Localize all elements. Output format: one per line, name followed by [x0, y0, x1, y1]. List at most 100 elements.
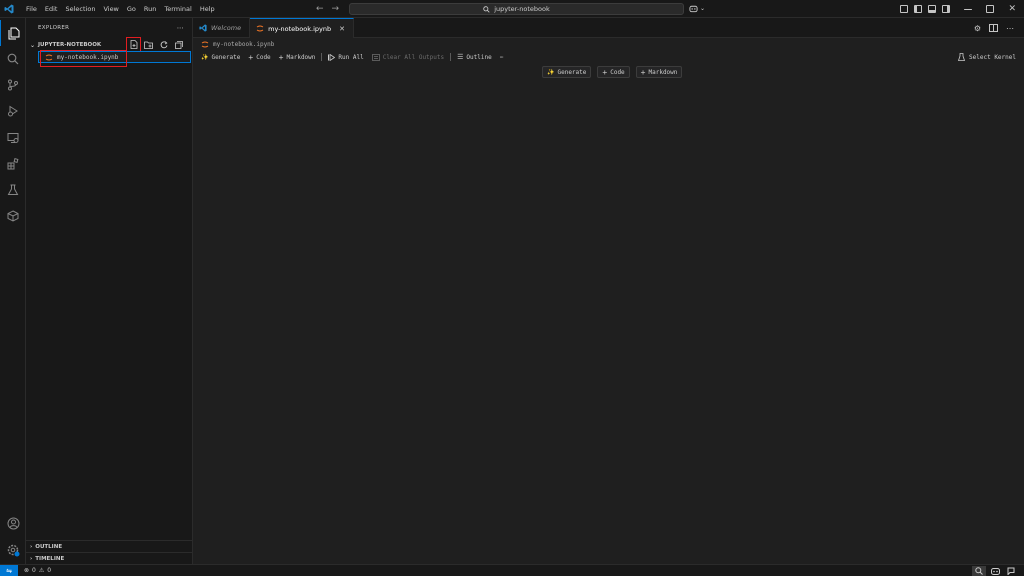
menu-terminal[interactable]: Terminal	[160, 0, 195, 18]
account-icon[interactable]	[0, 510, 26, 536]
toggle-panel-icon[interactable]	[928, 5, 937, 13]
jupyter-file-icon	[201, 41, 209, 47]
toolbar-divider	[321, 53, 323, 61]
copilot-icon	[689, 5, 698, 13]
cell-add-markdown-button[interactable]: + Markdown	[635, 66, 683, 78]
plus-icon: +	[278, 52, 284, 62]
warning-icon: ⚠	[38, 567, 45, 574]
remote-indicator-icon[interactable]: ⇋	[0, 564, 18, 576]
extensions-icon[interactable]	[0, 151, 26, 177]
navigation-arrows: ← →	[316, 0, 339, 18]
more-actions-icon[interactable]: ⋯	[498, 54, 506, 61]
outline-button[interactable]: ☰ Outline	[455, 53, 494, 61]
problems-indicator[interactable]: ⊗ 0 ⚠ 0	[24, 567, 51, 574]
chevron-right-icon: ›	[30, 555, 33, 562]
error-count: 0	[32, 567, 36, 574]
folder-name: JUPYTER-NOTEBOOK	[38, 42, 102, 48]
add-markdown-cell-button[interactable]: + Markdown	[277, 53, 318, 62]
warning-count: 0	[47, 567, 52, 574]
settings-gear-icon[interactable]: ⚙	[974, 24, 981, 33]
editor-actions: ⚙ ⋯	[974, 18, 1014, 38]
markdown-label: Markdown	[286, 53, 316, 61]
plus-icon: +	[640, 67, 646, 77]
tab-notebook[interactable]: my-notebook.ipynb ✕	[250, 18, 354, 38]
remote-explorer-icon[interactable]	[0, 125, 26, 151]
manage-gear-icon[interactable]	[0, 537, 26, 563]
window-controls: ✕	[900, 0, 1024, 18]
add-code-cell-button[interactable]: + Code	[246, 53, 272, 62]
cell-generate-button[interactable]: ✨ Generate	[542, 66, 592, 78]
generate-button[interactable]: ✨ Generate	[199, 54, 242, 61]
run-and-debug-icon[interactable]	[0, 98, 26, 124]
tab-welcome[interactable]: Welcome	[193, 18, 251, 37]
minimize-icon[interactable]	[964, 8, 973, 10]
menu-view[interactable]: View	[99, 0, 122, 18]
maximize-icon[interactable]	[986, 5, 995, 13]
toggle-secondary-sidebar-icon[interactable]	[942, 5, 951, 13]
chevron-down-icon: ⌄	[700, 5, 706, 12]
explorer-title: EXPLORER	[38, 25, 70, 31]
menu-go[interactable]: Go	[123, 0, 140, 18]
notifications-icon[interactable]	[1004, 566, 1018, 576]
menu-edit[interactable]: Edit	[41, 0, 62, 18]
timeline-section-label: TIMELINE	[35, 555, 65, 562]
cell-markdown-label: Markdown	[648, 68, 678, 76]
explorer-sidebar: EXPLORER ⋯ ⌄ JUPYTER-NOTEBOOK my-noteboo…	[26, 18, 193, 564]
run-all-icon	[328, 53, 336, 61]
clear-all-outputs-button[interactable]: Clear All Outputs	[370, 54, 446, 61]
cell-code-label: Code	[610, 68, 625, 76]
menu-help[interactable]: Help	[196, 0, 219, 18]
more-actions-icon[interactable]: ⋯	[1006, 24, 1014, 33]
plus-icon: +	[602, 67, 608, 77]
menu-bar: File Edit Selection View Go Run Terminal…	[22, 0, 219, 18]
copilot-menu[interactable]: ⌄	[689, 4, 705, 13]
sparkle-icon: ✨	[201, 53, 209, 61]
cell-add-code-button[interactable]: + Code	[597, 66, 630, 78]
kernel-icon	[958, 53, 966, 61]
plus-icon: +	[248, 52, 254, 62]
notebook-toolbar: ✨ Generate + Code + Markdown Run All Cle…	[193, 50, 1024, 64]
forward-arrow-icon[interactable]: →	[332, 4, 340, 14]
outline-label: Outline	[466, 53, 492, 61]
activity-bar	[0, 18, 26, 564]
chevron-down-icon: ⌄	[30, 41, 36, 49]
menu-run[interactable]: Run	[140, 0, 160, 18]
sparkle-icon: ✨	[547, 68, 555, 76]
containers-icon[interactable]	[0, 203, 26, 229]
command-center-search[interactable]: jupyter-notebook	[349, 3, 684, 15]
file-highlight-box	[40, 50, 127, 67]
layout-customize-icon[interactable]	[900, 5, 909, 13]
editor-area: Welcome my-notebook.ipynb ✕ ⚙ ⋯ my-noteb…	[193, 18, 1024, 564]
zoom-icon[interactable]	[972, 565, 986, 576]
new-folder-icon[interactable]	[143, 39, 154, 50]
menu-file[interactable]: File	[22, 0, 41, 18]
run-all-button[interactable]: Run All	[326, 53, 365, 61]
empty-notebook-actions: ✨ Generate + Code + Markdown	[542, 66, 683, 78]
select-kernel-button[interactable]: Select Kernel	[958, 50, 1016, 64]
title-bar: File Edit Selection View Go Run Terminal…	[0, 0, 1024, 18]
more-actions-icon[interactable]: ⋯	[177, 24, 184, 32]
collapse-all-icon[interactable]	[173, 39, 184, 50]
tab-notebook-label: my-notebook.ipynb	[268, 24, 332, 33]
testing-flask-icon[interactable]	[0, 177, 26, 203]
refresh-icon[interactable]	[158, 39, 169, 50]
copilot-icon[interactable]	[988, 566, 1002, 576]
new-file-icon[interactable]	[126, 37, 141, 52]
split-editor-icon[interactable]	[989, 24, 998, 32]
search-icon[interactable]	[0, 46, 26, 72]
menu-selection[interactable]: Selection	[61, 0, 99, 18]
search-text: jupyter-notebook	[494, 5, 550, 13]
explorer-icon[interactable]	[0, 20, 26, 46]
timeline-section[interactable]: › TIMELINE	[26, 552, 193, 564]
code-label: Code	[256, 53, 271, 61]
close-window-icon[interactable]: ✕	[1008, 4, 1016, 14]
chevron-right-icon: ›	[30, 543, 33, 550]
outline-section-label: OUTLINE	[35, 543, 63, 550]
outline-section[interactable]: › OUTLINE	[26, 540, 193, 552]
back-arrow-icon[interactable]: ←	[316, 4, 324, 14]
breadcrumb-file[interactable]: my-notebook.ipynb	[213, 41, 274, 48]
source-control-icon[interactable]	[0, 72, 26, 98]
toggle-primary-sidebar-icon[interactable]	[914, 5, 923, 13]
close-icon[interactable]: ✕	[339, 25, 345, 33]
generate-label: Generate	[211, 53, 241, 61]
